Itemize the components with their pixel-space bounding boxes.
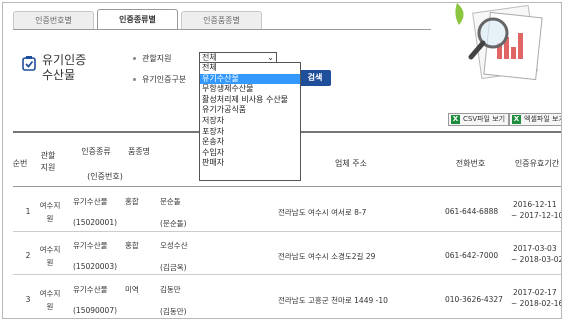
row-phone: 061-644-6888: [445, 207, 499, 216]
row-cert-type: 유기수산물: [73, 197, 108, 206]
row-no: 1: [25, 207, 31, 216]
region-select-value: 전체: [202, 53, 217, 62]
row-phone: 010-3626-4327: [445, 295, 503, 304]
row-region-line2: 원: [46, 258, 54, 267]
tab-by-product[interactable]: 인증품종별: [181, 11, 262, 29]
row-rep-name: (문순돌): [160, 219, 187, 228]
dropdown-option[interactable]: 무항생제수산물: [200, 84, 300, 95]
row-cert-no: (15090007): [73, 306, 118, 315]
row-period-start: 2017-03-03: [513, 244, 557, 253]
page-title-group: 유기인증 수산물: [21, 53, 122, 83]
dropdown-option[interactable]: 운송자: [200, 137, 300, 148]
header-region: 관할지원: [35, 150, 61, 174]
header-region-line2: 지원: [40, 163, 56, 172]
row-divider: [13, 274, 561, 275]
dropdown-option-selected[interactable]: 유기수산물: [200, 73, 300, 85]
row-region-line2: 원: [46, 302, 54, 311]
row-divider: [13, 231, 561, 232]
page-title-line2: 수산물: [42, 68, 76, 82]
row-product: 미역: [125, 285, 139, 294]
clipboard-check-icon: [22, 56, 36, 71]
row-rep: 김동만: [160, 285, 181, 294]
row-region-line1: 여수지: [39, 245, 61, 254]
row-phone: 061-642-7000: [445, 251, 499, 260]
tab-bar: 인증번호별 인증종류별 인증품종별: [13, 9, 265, 29]
tab-by-cert-type[interactable]: 인증종류별: [97, 9, 178, 29]
type-dropdown-list[interactable]: 전체 유기수산물 무항생제수산물 활성처리제 비사용 수산물 유기가공식품 저장…: [199, 62, 301, 181]
header-phone: 전화번호: [455, 159, 486, 168]
header-product: 품종명: [127, 147, 151, 156]
row-rep: 오성수산: [160, 241, 188, 250]
row-period-start: 2016-12-11: [513, 200, 557, 209]
header-cert-type: 인증종류: [81, 147, 111, 156]
csv-view-button[interactable]: X CSV파일 보기: [448, 113, 510, 126]
dropdown-option[interactable]: 활성처리제 비사용 수산물: [200, 95, 300, 106]
row-product: 홍합: [125, 197, 139, 206]
row-period-end: ~ 2018-02-16: [511, 299, 562, 308]
header-region-line1: 관할: [40, 151, 56, 160]
dropdown-option[interactable]: 수입자: [200, 148, 300, 159]
header-company: 업체 주소: [335, 159, 367, 168]
chevron-down-icon: ⌄: [267, 53, 274, 62]
dropdown-option[interactable]: 판매자: [200, 158, 300, 169]
page-title-line1: 유기인증: [42, 53, 87, 67]
page-title: 유기인증 수산물: [42, 53, 122, 83]
region-filter-label-text: 관할지원: [142, 54, 172, 63]
row-product: 홍합: [125, 241, 139, 250]
row-address: 전라남도 여수시 여서로 8-7: [278, 208, 367, 217]
row-region: 여수지원: [38, 287, 62, 313]
dropdown-option[interactable]: 전체: [200, 63, 300, 74]
excel-x-icon: X: [451, 115, 460, 124]
region-filter-label: 관할지원: [133, 53, 171, 64]
row-region: 여수지원: [38, 199, 62, 225]
row-region-line1: 여수지: [39, 289, 61, 298]
row-rep-name: (김금옥): [160, 263, 187, 272]
excel-view-label: 엑셀파일 보기: [524, 115, 562, 123]
header-no: 순번: [12, 159, 28, 168]
row-no: 3: [25, 295, 31, 304]
row-period-start: 2017-02-17: [513, 288, 557, 297]
row-address: 전라남도 여수시 소경도2길 29: [278, 252, 376, 261]
excel-view-button[interactable]: X 엑셀파일 보기: [509, 113, 562, 126]
csv-view-label: CSV파일 보기: [463, 115, 506, 123]
row-region-line1: 여수지: [39, 201, 61, 210]
row-rep-name: (김동만): [160, 307, 187, 316]
dropdown-option[interactable]: 저장자: [200, 116, 300, 127]
row-region: 여수지원: [38, 243, 62, 269]
type-filter-label: 유기인증구분: [133, 74, 186, 85]
leaf-icon: [455, 3, 464, 25]
dropdown-option[interactable]: 포장자: [200, 127, 300, 138]
row-rep: 문순돌: [160, 197, 181, 206]
search-button[interactable]: 검색: [299, 70, 331, 86]
row-region-line2: 원: [46, 214, 54, 223]
type-filter-label-text: 유기인증구분: [142, 75, 187, 84]
table-header-bottom-border: [13, 186, 561, 187]
header-cert-no: (인증번호): [87, 172, 123, 181]
page-frame: 인증번호별 인증종류별 인증품종별 유기인증 수산물 관할지원 유기인증구분 전…: [2, 2, 562, 319]
row-cert-type: 유기수산물: [73, 241, 108, 250]
row-no: 2: [25, 251, 31, 260]
row-address: 전라남도 고흥군 천마로 1449 -10: [278, 296, 388, 305]
tab-by-cert-number[interactable]: 인증번호별: [13, 11, 94, 29]
row-period-end: ~ 2017-12-10: [511, 211, 562, 220]
row-cert-no: (15020001): [73, 218, 118, 227]
excel-x-icon: X: [512, 115, 521, 124]
row-period-end: ~ 2018-03-02: [511, 255, 562, 264]
report-magnifier-illustration: [455, 3, 543, 81]
tab-underline: [13, 29, 431, 30]
row-cert-type: 유기수산물: [73, 285, 108, 294]
row-cert-no: (15020003): [73, 262, 118, 271]
dropdown-option[interactable]: 유기가공식품: [200, 105, 300, 116]
header-period: 인증유효기간: [514, 159, 560, 168]
